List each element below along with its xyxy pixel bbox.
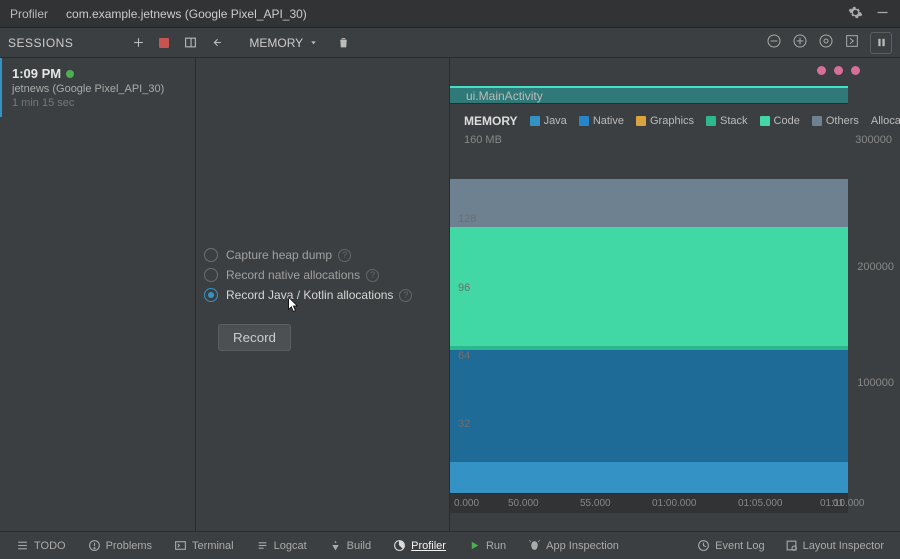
r-tick: 100000	[857, 377, 894, 389]
help-icon[interactable]: ?	[338, 249, 351, 262]
status-terminal[interactable]: Terminal	[166, 539, 242, 552]
time-axis: 0.000 50.000 55.000 01:00.000 01:05.000 …	[450, 493, 848, 513]
running-dot-icon	[66, 70, 74, 78]
legend-code: Code	[760, 115, 800, 127]
gear-icon[interactable]	[848, 5, 863, 23]
layer-native	[450, 350, 848, 463]
layer-code	[450, 227, 848, 346]
y-tick: 32	[458, 418, 470, 430]
time-tick: 50.000	[508, 498, 539, 509]
legend-allocated: Allocated	[871, 115, 900, 127]
status-logcat[interactable]: Logcat	[248, 539, 315, 552]
status-profiler[interactable]: Profiler	[385, 539, 454, 552]
activity-name: ui.MainActivity	[466, 89, 543, 103]
minimize-icon[interactable]	[875, 5, 890, 23]
status-event-log[interactable]: Event Log	[689, 539, 773, 552]
sessions-label: SESSIONS	[8, 36, 73, 50]
statusbar: TODO Problems Terminal Logcat Build Prof…	[0, 531, 900, 559]
chevron-down-icon[interactable]	[309, 36, 318, 50]
status-build[interactable]: Build	[321, 539, 379, 552]
trash-icon[interactable]	[336, 36, 350, 50]
layer-java	[450, 462, 848, 493]
y-tick: 128	[458, 213, 476, 225]
y-tick: 64	[458, 350, 470, 362]
status-problems[interactable]: Problems	[80, 539, 160, 552]
layer-others	[450, 179, 848, 227]
stop-session-icon[interactable]	[157, 36, 171, 50]
status-run[interactable]: Run	[460, 539, 514, 552]
radio-label: Record Java / Kotlin allocations	[226, 288, 393, 302]
radio-java-alloc[interactable]: Record Java / Kotlin allocations ?	[204, 288, 441, 302]
zoom-reset-icon[interactable]	[818, 33, 834, 52]
mem-top-label: 160 MB	[464, 134, 502, 146]
y-tick: 96	[458, 282, 470, 294]
legend-native: Native	[579, 115, 624, 127]
zoom-in-icon[interactable]	[792, 33, 808, 52]
panels-icon[interactable]	[183, 36, 197, 50]
radio-icon	[204, 288, 218, 302]
time-tick: 01:05.000	[738, 498, 783, 509]
activity-bar: ui.MainActivity	[450, 86, 848, 104]
session-duration: 1 min 15 sec	[12, 97, 185, 109]
zoom-out-icon[interactable]	[766, 33, 782, 52]
layer-stack	[450, 346, 848, 349]
legend-stack: Stack	[706, 115, 748, 127]
add-session-icon[interactable]	[131, 36, 145, 50]
help-icon[interactable]: ?	[399, 289, 412, 302]
status-layout-inspector[interactable]: Layout Inspector	[777, 539, 892, 552]
status-todo[interactable]: TODO	[8, 539, 74, 552]
toolbar: SESSIONS MEMORY	[0, 28, 900, 58]
tool-label: Profiler	[10, 7, 48, 21]
memory-dropdown[interactable]: MEMORY	[249, 36, 303, 50]
record-button[interactable]: Record	[218, 324, 291, 351]
status-app-inspection[interactable]: App Inspection	[520, 539, 627, 552]
memory-chart[interactable]: 128 96 64 32 200000 100000	[450, 152, 848, 493]
time-tick: 01:00.000	[652, 498, 697, 509]
session-name: jetnews (Google Pixel_API_30)	[12, 83, 185, 95]
alloc-top-label: 300000	[855, 134, 892, 146]
radio-heap-dump[interactable]: Capture heap dump ?	[204, 248, 441, 262]
legend-graphics: Graphics	[636, 115, 694, 127]
recording-dots-icon	[817, 66, 860, 75]
legend-java: Java	[530, 115, 567, 127]
help-icon[interactable]: ?	[366, 269, 379, 282]
chart-legend: MEMORY Java Native Graphics Stack Code O…	[450, 110, 900, 132]
radio-label: Record native allocations	[226, 268, 360, 282]
titlebar: Profiler com.example.jetnews (Google Pix…	[0, 0, 900, 28]
time-tick: 0.000	[454, 498, 479, 509]
r-tick: 200000	[857, 261, 894, 273]
radio-icon	[204, 248, 218, 262]
time-tick: 55.000	[580, 498, 611, 509]
options-panel: Capture heap dump ? Record native alloca…	[196, 58, 450, 531]
chart-panel: ui.MainActivity MEMORY Java Native Graph…	[450, 58, 900, 531]
legend-title: MEMORY	[464, 114, 518, 128]
radio-native-alloc[interactable]: Record native allocations ?	[204, 268, 441, 282]
radio-label: Capture heap dump	[226, 248, 332, 262]
radio-icon	[204, 268, 218, 282]
time-tick: 01	[833, 498, 844, 509]
legend-others: Others	[812, 115, 859, 127]
live-icon[interactable]	[844, 33, 860, 52]
back-icon[interactable]	[209, 36, 223, 50]
target-label: com.example.jetnews (Google Pixel_API_30…	[66, 7, 307, 21]
session-time: 1:09 PM	[12, 66, 61, 81]
pause-button[interactable]	[870, 32, 892, 54]
session-item[interactable]: 1:09 PM jetnews (Google Pixel_API_30) 1 …	[0, 58, 195, 117]
sessions-panel: 1:09 PM jetnews (Google Pixel_API_30) 1 …	[0, 58, 196, 531]
